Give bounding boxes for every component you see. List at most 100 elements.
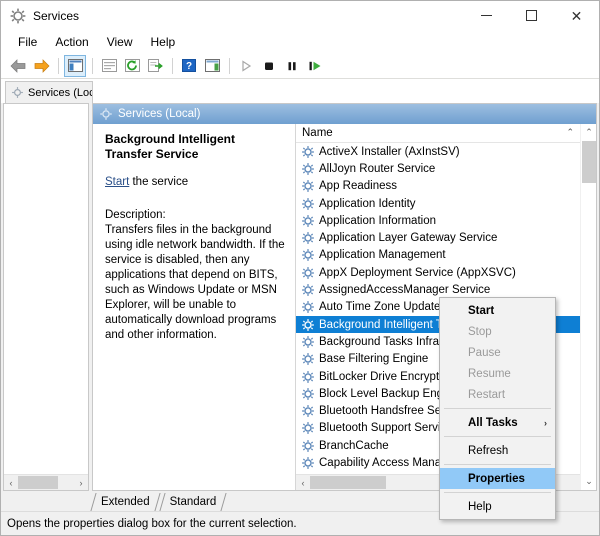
list-vertical-scrollbar[interactable]: ⌃ ⌄ xyxy=(580,124,596,490)
console-tree-tabstrip: Services (Loca xyxy=(1,79,599,103)
service-start-action: Start the service xyxy=(105,176,285,188)
service-list-row[interactable]: ActiveX Installer (AxInstSV) xyxy=(296,143,596,160)
service-name-label: Application Layer Gateway Service xyxy=(319,232,498,245)
menu-file[interactable]: File xyxy=(9,33,46,51)
service-name-label: BranchCache xyxy=(319,439,389,452)
console-tree-body[interactable] xyxy=(4,104,88,474)
list-vscroll-thumb[interactable] xyxy=(582,141,596,183)
list-vscroll-track[interactable] xyxy=(581,141,596,473)
menu-action[interactable]: Action xyxy=(46,33,97,51)
service-gear-icon xyxy=(301,387,315,401)
service-name-label: Application Identity xyxy=(319,197,416,210)
toolbar-separator xyxy=(172,57,173,74)
menu-view[interactable]: View xyxy=(98,33,142,51)
service-gear-icon xyxy=(301,352,315,366)
context-menu-item-label: Start xyxy=(468,304,495,317)
toolbar-separator xyxy=(92,57,93,74)
service-gear-icon xyxy=(301,318,315,332)
service-name-label: AssignedAccessManager Service xyxy=(319,284,491,297)
service-name-label: AllJoyn Router Service xyxy=(319,162,436,175)
toolbar-separator xyxy=(58,57,59,74)
context-menu-separator xyxy=(444,464,551,465)
close-button[interactable]: ✕ xyxy=(554,1,599,31)
service-gear-icon xyxy=(301,404,315,418)
context-menu-item-label: Refresh xyxy=(468,444,509,457)
context-menu-refresh[interactable]: Refresh xyxy=(440,440,555,461)
context-menu-item-label: Properties xyxy=(468,472,525,485)
context-menu-separator xyxy=(444,436,551,437)
window-controls: ✕ xyxy=(464,1,599,31)
context-menu-start[interactable]: Start xyxy=(440,300,555,321)
context-menu-pause: Pause xyxy=(440,342,555,363)
service-gear-icon xyxy=(301,283,315,297)
tree-scroll-track[interactable] xyxy=(18,475,74,490)
service-list-row[interactable]: Application Information xyxy=(296,212,596,229)
minimize-button[interactable] xyxy=(464,1,509,31)
service-list-row[interactable]: Application Layer Gateway Service xyxy=(296,229,596,246)
tree-scroll-thumb[interactable] xyxy=(18,476,59,489)
context-menu-item-label: Help xyxy=(468,500,492,513)
context-menu-help[interactable]: Help xyxy=(440,496,555,517)
service-list-row[interactable]: Application Identity xyxy=(296,195,596,212)
service-name-label: App Readiness xyxy=(319,180,397,193)
context-menu-separator xyxy=(444,408,551,409)
tree-scroll-left-icon[interactable]: ‹ xyxy=(4,475,18,490)
tab-extended[interactable]: Extended xyxy=(91,493,160,511)
minimize-icon xyxy=(481,15,492,16)
service-gear-icon xyxy=(301,231,315,245)
service-name-label: Bluetooth Support Service xyxy=(319,422,453,435)
service-list-row[interactable]: AllJoyn Router Service xyxy=(296,160,596,177)
service-gear-icon xyxy=(301,456,315,470)
back-icon[interactable] xyxy=(7,55,29,77)
service-list-row[interactable]: App Readiness xyxy=(296,178,596,195)
export-list-icon[interactable] xyxy=(144,55,166,77)
list-scroll-left-icon[interactable]: ‹ xyxy=(296,475,310,490)
sort-ascending-icon: ⌃ xyxy=(566,127,574,137)
service-gear-icon xyxy=(301,335,315,349)
list-scroll-down-icon[interactable]: ⌄ xyxy=(581,473,597,490)
help-icon[interactable]: ? xyxy=(178,55,200,77)
context-menu-item-label: All Tasks xyxy=(468,416,518,429)
tree-scroll-right-icon[interactable]: › xyxy=(74,475,88,490)
pause-service-icon[interactable] xyxy=(281,55,303,77)
services-gear-icon xyxy=(99,107,113,121)
stop-service-icon[interactable] xyxy=(258,55,280,77)
restart-service-icon[interactable] xyxy=(304,55,326,77)
context-menu-item-label: Restart xyxy=(468,388,506,401)
service-list-row[interactable]: AppX Deployment Service (AppXSVC) xyxy=(296,264,596,281)
menu-help[interactable]: Help xyxy=(142,33,185,51)
refresh-icon[interactable] xyxy=(121,55,143,77)
toolbar: ? xyxy=(1,53,599,79)
context-menu-item-label: Stop xyxy=(468,325,492,338)
service-name-label: Application Information xyxy=(319,214,436,227)
properties-icon[interactable] xyxy=(98,55,120,77)
tree-tab-services-local[interactable]: Services (Loca xyxy=(5,81,93,103)
show-hide-console-tree-icon[interactable] xyxy=(64,54,86,77)
services-list-header: Name ⌃ xyxy=(296,124,596,143)
services-gear-icon xyxy=(9,7,27,25)
context-menu-resume: Resume xyxy=(440,363,555,384)
menu-bar: File Action View Help xyxy=(1,31,599,53)
services-gear-icon xyxy=(11,86,24,99)
tab-standard[interactable]: Standard xyxy=(160,493,227,511)
service-gear-icon xyxy=(301,197,315,211)
service-list-row[interactable]: Application Management xyxy=(296,247,596,264)
list-scroll-up-icon[interactable]: ⌃ xyxy=(581,124,597,141)
status-bar-text: Opens the properties dialog box for the … xyxy=(7,517,297,530)
start-service-link[interactable]: Start xyxy=(105,176,129,188)
services-window: Services ✕ File Action View Help ? Servi… xyxy=(0,0,600,536)
forward-icon[interactable] xyxy=(30,55,52,77)
close-icon: ✕ xyxy=(570,7,583,24)
maximize-button[interactable] xyxy=(509,1,554,31)
service-name-label: Base Filtering Engine xyxy=(319,353,429,366)
list-scroll-thumb[interactable] xyxy=(310,476,387,489)
service-gear-icon xyxy=(301,439,315,453)
context-menu-properties[interactable]: Properties xyxy=(440,468,555,489)
column-header-name[interactable]: Name xyxy=(296,127,596,139)
maximize-icon xyxy=(526,10,537,21)
tree-horizontal-scrollbar[interactable]: ‹ › xyxy=(4,474,88,490)
service-details-panel: Background Intelligent Transfer Service … xyxy=(93,124,296,490)
service-gear-icon xyxy=(301,179,315,193)
context-menu-all-tasks[interactable]: All Tasks › xyxy=(440,412,555,433)
show-action-pane-icon[interactable] xyxy=(201,55,223,77)
